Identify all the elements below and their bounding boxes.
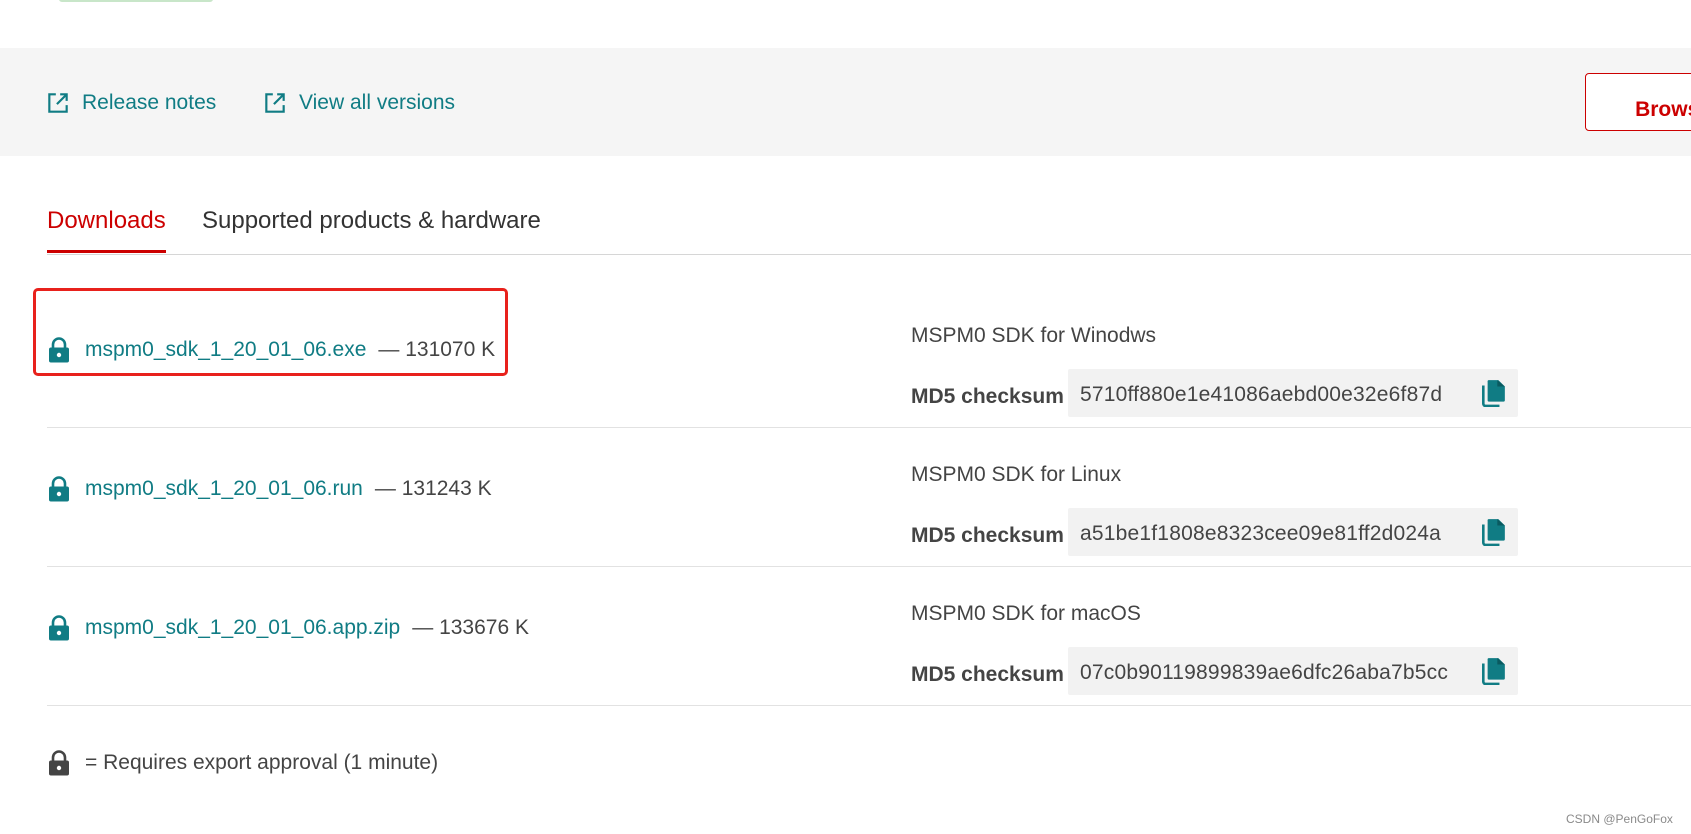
md5-value: 07c0b90119899839ae6dfc26aba7b5cc [1080, 661, 1449, 684]
tab-downloads[interactable]: Downloads [47, 207, 166, 253]
md5-value: 5710ff880e1e41086aebd00e32e6f87d [1080, 383, 1443, 406]
md5-label: MD5 checksum [911, 524, 1064, 547]
file-size: — 131070 K [378, 338, 496, 361]
lock-icon [49, 476, 69, 502]
lock-icon [49, 750, 69, 776]
top-green-bar [59, 0, 213, 2]
tab-bar: Downloads Supported products & hardware [47, 200, 1691, 255]
tab-supported-products[interactable]: Supported products & hardware [202, 207, 541, 253]
lock-icon [49, 337, 69, 363]
copy-icon[interactable] [1480, 518, 1506, 546]
lock-icon [49, 615, 69, 641]
download-row-windows: mspm0_sdk_1_20_01_06.exe — 131070 K MSPM… [47, 288, 1691, 428]
file-entry: mspm0_sdk_1_20_01_06.run — 131243 K [47, 474, 492, 504]
file-size: — 131243 K [374, 477, 492, 500]
export-approval-note: = Requires export approval (1 minute) [47, 748, 438, 778]
external-link-icon [48, 93, 68, 113]
file-entry: mspm0_sdk_1_20_01_06.exe — 131070 K [47, 335, 495, 365]
view-all-versions-label: View all versions [299, 91, 456, 114]
file-description: MSPM0 SDK for macOS [911, 602, 1141, 625]
download-link[interactable]: mspm0_sdk_1_20_01_06.app.zip [85, 616, 400, 640]
copy-icon[interactable] [1480, 657, 1506, 685]
md5-box: a51be1f1808e8323cee09e81ff2d024a [1068, 508, 1518, 556]
md5-label: MD5 checksum [911, 663, 1064, 686]
md5-box: 5710ff880e1e41086aebd00e32e6f87d [1068, 369, 1518, 417]
release-notes-label: Release notes [82, 91, 217, 114]
watermark: CSDN @PenGoFox [1566, 812, 1673, 826]
export-approval-text: = Requires export approval (1 minute) [85, 751, 439, 774]
view-all-versions-link[interactable]: View all versions [262, 88, 455, 118]
external-link-icon [265, 93, 285, 113]
download-row-macos: mspm0_sdk_1_20_01_06.app.zip — 133676 K … [47, 566, 1691, 706]
file-size: — 133676 K [412, 616, 529, 639]
download-link[interactable]: mspm0_sdk_1_20_01_06.exe [85, 338, 366, 362]
md5-box: 07c0b90119899839ae6dfc26aba7b5cc [1068, 647, 1518, 695]
download-link[interactable]: mspm0_sdk_1_20_01_06.run [85, 477, 363, 501]
release-notes-link[interactable]: Release notes [45, 88, 216, 118]
md5-label: MD5 checksum [911, 385, 1064, 408]
file-description: MSPM0 SDK for Linux [911, 463, 1122, 486]
download-row-linux: mspm0_sdk_1_20_01_06.run — 131243 K MSPM… [47, 427, 1691, 567]
md5-value: a51be1f1808e8323cee09e81ff2d024a [1080, 522, 1442, 545]
file-description: MSPM0 SDK for Winodws [911, 324, 1157, 347]
file-entry: mspm0_sdk_1_20_01_06.app.zip — 133676 K [47, 613, 529, 643]
links-bar: Release notes View all versions Browse [0, 48, 1691, 156]
browse-button[interactable]: Browse [1585, 73, 1691, 131]
copy-icon[interactable] [1480, 379, 1506, 407]
